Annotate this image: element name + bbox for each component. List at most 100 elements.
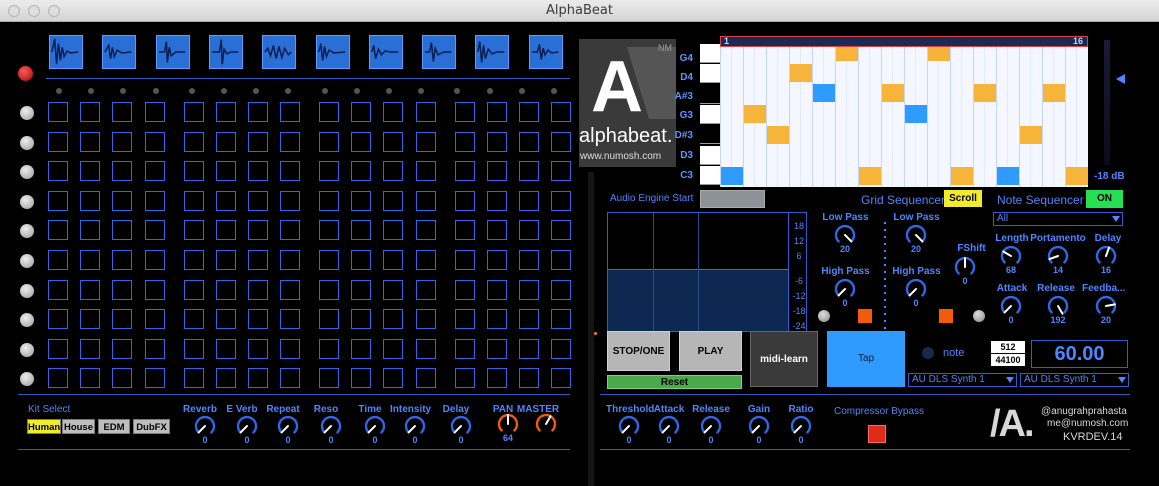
drum-pad[interactable] [454,309,475,330]
note-sequencer-toggle[interactable]: ON [1086,190,1123,208]
drum-pad[interactable] [351,368,372,389]
drum-pad[interactable] [551,309,572,330]
drum-pad[interactable] [280,161,301,182]
kit-option-dubfx[interactable]: DubFX [133,419,170,434]
drum-pad[interactable] [80,190,101,211]
filter-4-knob[interactable] [954,256,976,277]
drum-pad[interactable] [551,190,572,211]
drum-pad[interactable] [486,220,507,241]
tap-tempo-button[interactable]: Tap [827,331,905,387]
drum-pad[interactable] [80,102,101,122]
drum-pad[interactable] [319,190,339,211]
drum-pad[interactable] [247,102,268,122]
drum-pad[interactable] [144,368,165,389]
drum-pad[interactable] [144,279,165,300]
drum-pad[interactable] [112,279,133,300]
drum-pad[interactable] [518,279,539,300]
note-sequencer-grid[interactable] [720,41,1088,187]
drum-pad[interactable] [280,309,301,330]
drum-pad[interactable] [112,368,133,389]
drum-pad[interactable] [48,368,68,389]
kit-option-human[interactable]: Human [27,419,61,434]
drum-pad[interactable] [415,309,436,330]
drum-pad[interactable] [48,102,68,122]
audio-engine-toggle[interactable] [700,190,765,208]
drum-pad[interactable] [415,279,436,300]
fx-2-knob[interactable] [277,415,299,436]
drum-pad[interactable] [112,161,133,182]
drum-pad[interactable] [215,220,236,241]
fx-8-knob[interactable] [535,413,557,434]
drum-pad[interactable] [319,309,339,330]
synth-4-knob[interactable] [1047,295,1069,316]
row-trigger-lamp[interactable] [20,283,34,298]
drum-pad[interactable] [454,131,475,152]
level-pointer-icon[interactable] [1116,74,1125,84]
drum-pad[interactable] [415,102,436,122]
drum-pad[interactable] [247,309,268,330]
fx-1-knob[interactable] [236,415,258,436]
drum-pad[interactable] [551,338,572,359]
drum-pad[interactable] [383,338,404,359]
drum-pad[interactable] [518,338,539,359]
drum-pad[interactable] [551,102,572,122]
drum-pad[interactable] [518,220,539,241]
drum-pad[interactable] [551,220,572,241]
filter-3-knob[interactable] [905,278,927,299]
drum-pad[interactable] [280,279,301,300]
drum-pad[interactable] [518,250,539,270]
drum-pad[interactable] [215,102,236,122]
synth-output-1-select[interactable]: AU DLS Synth 1 [908,373,1017,387]
drum-pad[interactable] [280,250,301,270]
sequencer-note[interactable] [859,167,881,186]
piano-key[interactable] [700,44,720,63]
drum-pad[interactable] [144,338,165,359]
drum-pad[interactable] [183,250,204,270]
sequencer-note[interactable] [974,84,996,103]
drum-pad[interactable] [112,338,133,359]
drum-pad[interactable] [486,309,507,330]
drum-pad[interactable] [215,368,236,389]
drum-pad[interactable] [319,250,339,270]
sample-waveform-slot[interactable] [315,35,350,69]
drum-pad[interactable] [144,131,165,152]
drum-pad[interactable] [518,161,539,182]
drum-pad[interactable] [415,338,436,359]
drum-pad[interactable] [183,309,204,330]
drum-pad[interactable] [80,338,101,359]
sample-rate-field[interactable]: 44100 [991,354,1025,366]
drum-pad[interactable] [215,309,236,330]
drum-pad[interactable] [80,368,101,389]
drum-pad[interactable] [183,338,204,359]
drum-pad[interactable] [383,190,404,211]
scroll-toggle[interactable]: Scroll [944,190,982,207]
loop-bar[interactable]: 1 16 [720,36,1088,47]
filter-2-knob[interactable] [905,224,927,245]
compressor-0-knob[interactable] [618,415,640,436]
row-trigger-lamp[interactable] [20,342,34,357]
drum-pad[interactable] [280,190,301,211]
drum-pad[interactable] [215,338,236,359]
drum-pad[interactable] [48,131,68,152]
drum-pad[interactable] [215,131,236,152]
drum-pad[interactable] [486,279,507,300]
compressor-3-knob[interactable] [748,415,770,436]
drum-pad[interactable] [551,368,572,389]
filter-2-link-toggle[interactable] [973,310,985,322]
drum-pad[interactable] [112,309,133,330]
compressor-1-knob[interactable] [658,415,680,436]
filter-1-knob[interactable] [834,278,856,299]
row-trigger-lamp[interactable] [20,135,34,150]
filter-0-knob[interactable] [834,224,856,245]
drum-pad[interactable] [112,220,133,241]
drum-pad[interactable] [383,131,404,152]
drum-pad[interactable] [247,131,268,152]
drum-pad[interactable] [112,190,133,211]
sample-waveform-slot[interactable] [49,35,83,69]
drum-pad[interactable] [112,102,133,122]
drum-pad[interactable] [48,309,68,330]
drum-pad[interactable] [454,220,475,241]
drum-pad[interactable] [383,250,404,270]
fx-4-knob[interactable] [364,415,386,436]
buffer-size-field[interactable]: 512 [991,341,1025,353]
